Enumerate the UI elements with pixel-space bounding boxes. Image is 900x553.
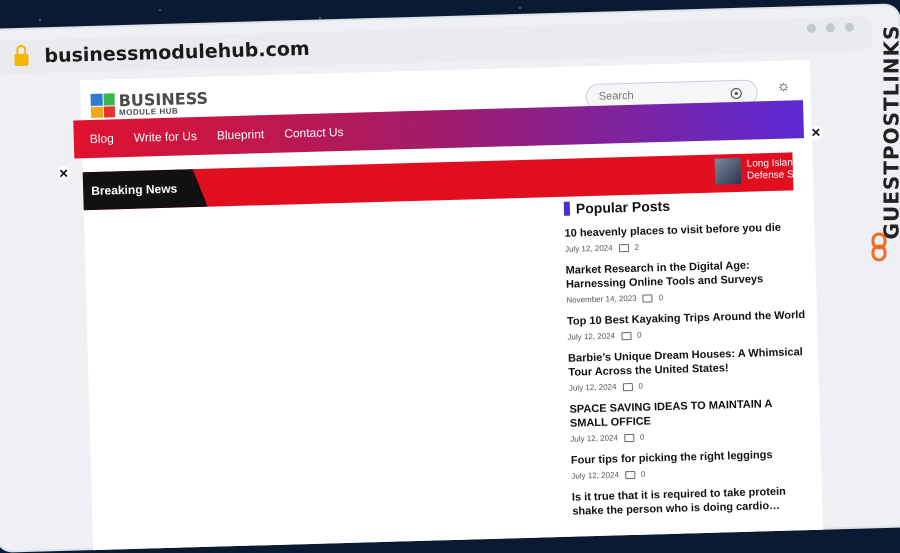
lock-icon [14,53,29,67]
post-title[interactable]: 10 heavenly places to visit before you d… [564,220,804,241]
comment-icon [623,433,635,442]
logo-line2: MODULE HUB [118,106,179,118]
comment-count: 0 [658,293,664,303]
comment-count: 2 [634,242,640,252]
post-title[interactable]: Is it true that it is required to take p… [572,484,813,519]
news-ticker[interactable]: Long Island Defense St [714,156,794,185]
post-date: July 12, 2024 [570,433,619,444]
post-date: July 12, 2024 [571,470,620,481]
post-title[interactable]: SPACE SAVING IDEAS TO MAINTAIN A SMALL O… [569,396,810,431]
comment-icon [622,382,633,391]
post-meta: July 12, 2024 0 [570,428,810,444]
post-date: July 12, 2024 [568,382,617,393]
nav-item-write-for-us[interactable]: Write for Us [134,129,197,145]
list-item[interactable]: Market Research in the Digital Age: Harn… [565,257,806,305]
site-logo[interactable]: BUSINESS MODULE HUB [90,89,209,118]
post-date: November 14, 2023 [566,293,637,305]
browser-window: businessmodulehub.com BUSINESS MODULE HU… [0,5,900,551]
list-item[interactable]: 10 heavenly places to visit before you d… [564,220,805,254]
target-icon[interactable] [730,87,742,99]
list-item[interactable]: Is it true that it is required to take p… [572,484,813,519]
logo-mark [90,93,116,118]
post-meta: July 12, 2024 2 [565,238,805,254]
post-title[interactable]: Four tips for picking the right leggings [571,447,811,468]
comment-icon [618,243,629,252]
post-meta: July 12, 2024 0 [569,377,809,393]
popular-posts-title: Popular Posts [575,197,671,217]
ticker-text: Long Island Defense St [747,157,794,182]
logo-text: BUSINESS MODULE HUB [118,89,208,118]
post-date: July 12, 2024 [567,331,616,342]
url-text: businessmodulehub.com [44,37,310,68]
browser-mockup: businessmodulehub.com BUSINESS MODULE HU… [0,0,900,551]
link-icon [871,232,887,262]
web-page: BUSINESS MODULE HUB ☼ Blog Write for Us … [56,59,824,551]
breaking-news-label: Breaking News [82,169,194,211]
ticker-thumbnail [714,157,742,185]
comment-count: 0 [640,469,646,479]
window-dot[interactable] [844,22,855,32]
comment-count: 0 [638,381,644,391]
post-date: July 12, 2024 [564,243,613,254]
comment-icon [620,331,632,340]
comment-count: 0 [636,330,642,340]
popular-posts-heading: Popular Posts [563,194,804,217]
ticker-line: Defense St [746,169,794,182]
comment-icon [642,293,653,303]
nav-item-contact-us[interactable]: Contact Us [284,125,344,141]
guestpostlinks-brand: GUESTPOSTLINKS [864,25,900,270]
window-controls [806,22,855,33]
list-item[interactable]: Barbie’s Unique Dream Houses: A Whimsica… [568,345,809,393]
post-title[interactable]: Top 10 Best Kayaking Trips Around the Wo… [567,308,807,329]
post-meta: July 12, 2024 0 [567,326,807,342]
post-meta: July 12, 2024 0 [571,465,811,481]
nav-item-blueprint[interactable]: Blueprint [217,127,265,142]
window-dot[interactable] [825,23,836,33]
comment-count: 0 [639,432,645,442]
popular-posts: Popular Posts 10 heavenly places to visi… [563,194,813,529]
post-title[interactable]: Barbie’s Unique Dream Houses: A Whimsica… [568,345,809,380]
comment-icon [624,470,636,479]
list-item[interactable]: SPACE SAVING IDEAS TO MAINTAIN A SMALL O… [569,396,810,444]
post-title[interactable]: Market Research in the Digital Age: Harn… [565,257,806,292]
window-dot[interactable] [806,23,817,33]
close-icon[interactable]: ✕ [56,166,71,181]
nav-item-blog[interactable]: Blog [90,131,114,146]
list-item[interactable]: Four tips for picking the right leggings… [571,447,812,481]
heading-accent [563,201,571,216]
list-item[interactable]: Top 10 Best Kayaking Trips Around the Wo… [567,308,808,342]
brand-text: GUESTPOSTLINKS [879,24,900,240]
theme-toggle-icon[interactable]: ☼ [775,77,791,94]
post-meta: November 14, 2023 0 [566,289,806,305]
search-input[interactable] [596,86,731,104]
close-icon[interactable]: ✕ [808,125,824,140]
